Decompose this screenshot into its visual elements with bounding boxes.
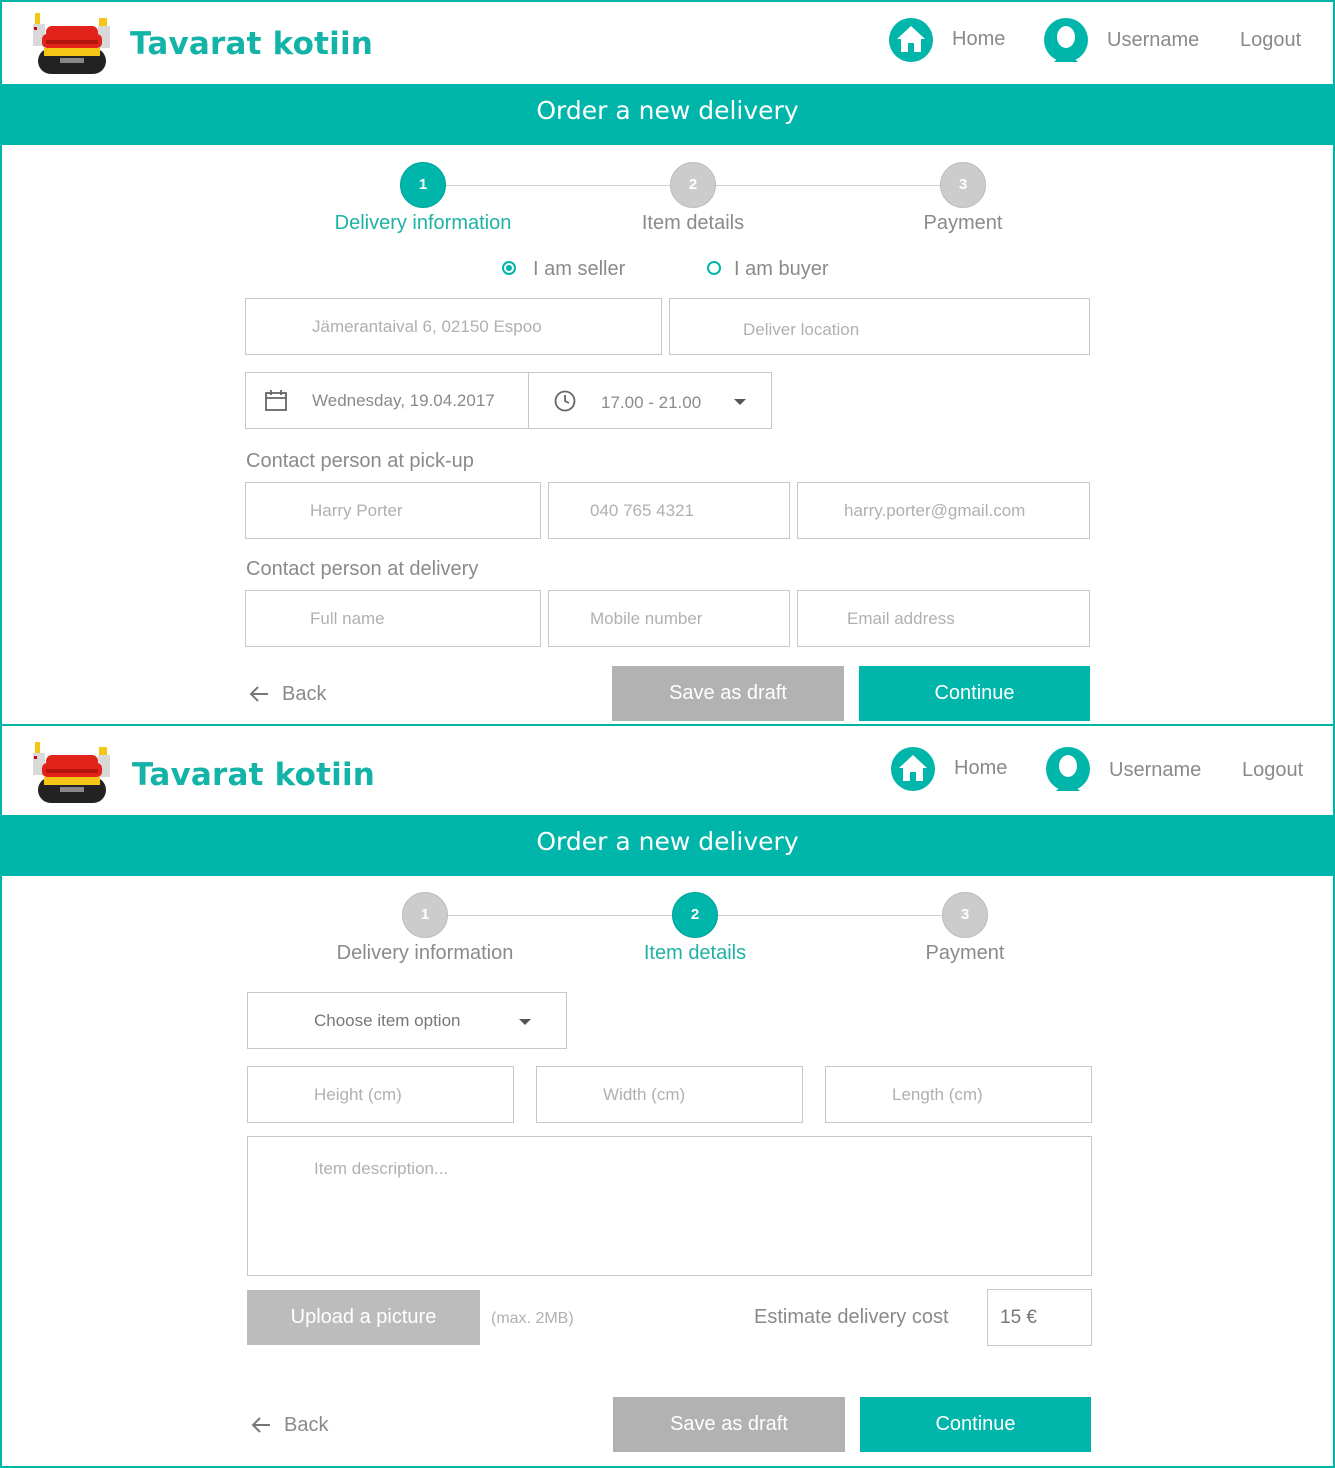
time-select[interactable]: 17.00 - 21.00 [528, 372, 772, 429]
length-placeholder: Length (cm) [892, 1084, 983, 1104]
pickup-contact-label: Contact person at pick-up [246, 450, 474, 472]
buyer-radio[interactable] [707, 261, 721, 275]
step-1-indicator[interactable]: 1 [400, 162, 446, 208]
home-icon[interactable] [889, 18, 933, 62]
item-description-field[interactable]: Item description... [247, 1136, 1092, 1276]
arrow-left-icon[interactable] [250, 1414, 272, 1436]
page-banner: Order a new delivery [2, 815, 1333, 876]
item-description-placeholder: Item description... [314, 1159, 449, 1178]
save-draft-button[interactable]: Save as draft [613, 1397, 845, 1452]
delivery-contact-label: Contact person at delivery [246, 558, 479, 580]
step-2-indicator[interactable]: 2 [672, 892, 718, 938]
delivery-phone-placeholder: Mobile number [590, 608, 703, 628]
pickup-email-field[interactable]: harry.porter@gmail.com [797, 482, 1090, 539]
brand-name[interactable]: Tavarat kotiin [132, 757, 375, 793]
continue-button[interactable]: Continue [860, 1397, 1091, 1452]
chevron-down-icon [734, 399, 746, 405]
seller-radio-label[interactable]: I am seller [533, 258, 625, 281]
length-field[interactable]: Length (cm) [825, 1066, 1092, 1123]
buyer-radio-label[interactable]: I am buyer [734, 258, 828, 281]
pickup-phone-field[interactable]: 040 765 4321 [548, 482, 790, 539]
step-2-label[interactable]: Item details [585, 942, 805, 965]
step-1-label[interactable]: Delivery information [315, 942, 535, 965]
delivery-phone-field[interactable]: Mobile number [548, 590, 790, 647]
nav-home-link[interactable]: Home [952, 28, 1005, 51]
page-banner: Order a new delivery [2, 84, 1333, 145]
chevron-down-icon [519, 1019, 531, 1025]
height-placeholder: Height (cm) [314, 1084, 402, 1104]
pickup-email-value: harry.porter@gmail.com [844, 500, 1026, 520]
pickup-name-value: Harry Porter [310, 500, 403, 520]
continue-button[interactable]: Continue [859, 666, 1090, 721]
delivery-name-field[interactable]: Full name [245, 590, 541, 647]
sofa-logo-icon[interactable] [32, 741, 112, 805]
step-2-indicator[interactable]: 2 [670, 162, 716, 208]
step-connector [447, 915, 675, 916]
pickup-address-field[interactable]: Jämerantaival 6, 02150 Espoo [245, 298, 662, 355]
step-3-label[interactable]: Payment [855, 942, 1075, 965]
estimate-cost-value: 15 € [1000, 1306, 1037, 1328]
step-3-label[interactable]: Payment [853, 212, 1073, 235]
back-link[interactable]: Back [284, 1414, 328, 1437]
step-connector [717, 915, 945, 916]
clock-icon [554, 390, 576, 412]
pickup-name-field[interactable]: Harry Porter [245, 482, 541, 539]
save-draft-button[interactable]: Save as draft [612, 666, 844, 721]
pickup-phone-value: 040 765 4321 [590, 500, 694, 520]
step-1-indicator[interactable]: 1 [402, 892, 448, 938]
item-details-screen: Tavarat kotiin Home Username Logout Orde… [0, 724, 1335, 1468]
deliver-location-field[interactable]: Deliver location [669, 298, 1090, 355]
step-connector [715, 185, 943, 186]
delivery-name-placeholder: Full name [310, 608, 385, 628]
brand-name[interactable]: Tavarat kotiin [130, 26, 373, 62]
deliver-location-placeholder: Deliver location [743, 320, 860, 339]
step-connector [445, 185, 673, 186]
date-value: Wednesday, 19.04.2017 [312, 390, 495, 410]
pickup-address-value: Jämerantaival 6, 02150 Espoo [312, 316, 542, 336]
date-picker[interactable]: Wednesday, 19.04.2017 [245, 372, 529, 429]
nav-logout-link[interactable]: Logout [1240, 29, 1301, 52]
user-avatar-icon[interactable] [1046, 747, 1090, 791]
nav-home-link[interactable]: Home [954, 757, 1007, 780]
step-2-label[interactable]: Item details [583, 212, 803, 235]
item-option-select[interactable]: Choose item option [247, 992, 567, 1049]
back-link[interactable]: Back [282, 683, 326, 706]
calendar-icon [265, 390, 287, 411]
page-title: Order a new delivery [536, 96, 799, 125]
nav-username[interactable]: Username [1107, 29, 1199, 52]
step-3-indicator[interactable]: 3 [940, 162, 986, 208]
height-field[interactable]: Height (cm) [247, 1066, 514, 1123]
width-placeholder: Width (cm) [603, 1084, 686, 1104]
item-option-value: Choose item option [314, 1010, 461, 1030]
estimate-cost-label: Estimate delivery cost [754, 1306, 949, 1328]
delivery-email-field[interactable]: Email address [797, 590, 1090, 647]
nav-logout-link[interactable]: Logout [1242, 759, 1303, 782]
delivery-info-screen: Tavarat kotiin Home Username Logout Orde… [0, 0, 1335, 726]
page-title: Order a new delivery [536, 827, 799, 856]
upload-size-hint: (max. 2MB) [491, 1310, 574, 1327]
estimate-cost-field: 15 € [987, 1289, 1092, 1346]
sofa-logo-icon[interactable] [32, 12, 112, 76]
seller-radio[interactable] [502, 261, 516, 275]
width-field[interactable]: Width (cm) [536, 1066, 803, 1123]
arrow-left-icon[interactable] [248, 683, 270, 705]
home-icon[interactable] [891, 747, 935, 791]
nav-username[interactable]: Username [1109, 759, 1201, 782]
upload-picture-button[interactable]: Upload a picture [247, 1290, 480, 1345]
time-value: 17.00 - 21.00 [601, 393, 702, 412]
delivery-email-placeholder: Email address [847, 608, 955, 628]
step-1-label[interactable]: Delivery information [313, 212, 533, 235]
step-3-indicator[interactable]: 3 [942, 892, 988, 938]
user-avatar-icon[interactable] [1044, 18, 1088, 62]
